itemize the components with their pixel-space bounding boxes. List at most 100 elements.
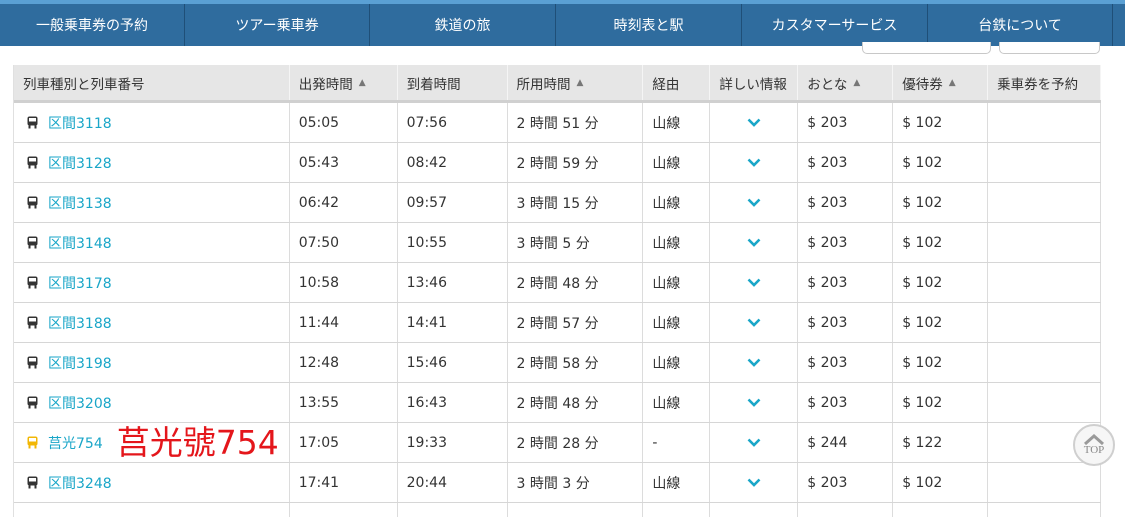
duration-cell: 2 時間 48 分 [508, 383, 644, 422]
train-link[interactable]: 区間3198 [48, 353, 112, 373]
train-link[interactable]: 区間3138 [48, 193, 112, 213]
discount-fare-cell: $ 102 [893, 303, 989, 342]
details-toggle[interactable] [710, 343, 799, 382]
depart-cell: 13:55 [290, 383, 398, 422]
train-cell: 区間3198 [14, 343, 290, 382]
table-row: 莒光754 莒光號754 17:05 19:33 2 時間 28 分 - $ 244 $ 12… [14, 423, 1101, 463]
train-icon [27, 196, 38, 209]
book-cell [988, 383, 1101, 422]
train-icon [27, 436, 38, 449]
header-via: 経由 [643, 65, 711, 100]
nav-item-3[interactable]: 時刻表と駅 [556, 4, 742, 46]
depart-cell: 07:50 [290, 223, 398, 262]
sort-up-icon[interactable]: ▲ [853, 78, 860, 88]
depart-cell: 17:41 [290, 463, 398, 502]
table-row: 区間3178 10:58 13:46 2 時間 48 分山線 $ 203 $ 102 [14, 263, 1101, 303]
details-toggle[interactable] [710, 383, 799, 422]
back-to-top-label: TOP [1083, 444, 1105, 456]
train-link[interactable]: 区間3178 [48, 273, 112, 293]
details-toggle[interactable] [710, 263, 799, 302]
table-row: 区間3138 06:42 09:57 3 時間 15 分山線 $ 203 $ 102 [14, 183, 1101, 223]
sort-button-partial[interactable] [999, 42, 1100, 54]
train-link[interactable]: 区間3128 [48, 153, 112, 173]
nav-item-0[interactable]: 一般乗車券の予約 [0, 4, 185, 46]
header-duration[interactable]: 所用時間 ▲ [508, 65, 644, 100]
nav-item-5[interactable]: 台鉄について [928, 4, 1113, 46]
train-link[interactable]: 区間3148 [48, 233, 112, 253]
duration-cell: 2 時間 57 分 [508, 303, 644, 342]
header-train: 列車種別と列車番号 [14, 65, 290, 100]
via-cell: 山線 [643, 263, 711, 302]
book-cell [988, 343, 1101, 382]
discount-fare-cell: $ 102 [893, 263, 989, 302]
table-row: 区間3118 05:05 07:56 2 時間 51 分山線 $ 203 $ 102 [14, 103, 1101, 143]
arrive-cell: 20:44 [398, 463, 508, 502]
table-row: 区間3188 11:44 14:41 2 時間 57 分山線 $ 203 $ 102 [14, 303, 1101, 343]
table-row: 区間3198 12:48 15:46 2 時間 58 分山線 $ 203 $ 102 [14, 343, 1101, 383]
depart-cell: 06:42 [290, 183, 398, 222]
details-toggle[interactable] [710, 143, 799, 182]
train-link[interactable]: 区間3208 [48, 393, 112, 413]
train-link[interactable]: 区間3188 [48, 313, 112, 333]
arrive-cell: 08:42 [398, 143, 508, 182]
details-toggle[interactable] [710, 223, 799, 262]
adult-fare-cell: $ 244 [798, 423, 894, 462]
train-icon [27, 476, 38, 489]
train-cell: 区間3178 [14, 263, 290, 302]
details-toggle[interactable] [710, 463, 799, 502]
adult-fare-cell: $ 203 [798, 183, 894, 222]
header-details: 詳しい情報 [710, 65, 799, 100]
depart-cell: 05:05 [290, 103, 398, 142]
table-header: 列車種別と列車番号 出発時間 ▲ 到着時間 所用時間 ▲ 経由 詳しい情報 おとな ▲… [14, 65, 1102, 103]
sort-up-icon[interactable]: ▲ [359, 78, 366, 88]
train-link[interactable]: 区間3248 [48, 473, 112, 493]
chevron-down-icon [747, 238, 761, 247]
nav-item-4[interactable]: カスタマーサービス [742, 4, 928, 46]
book-cell [988, 223, 1101, 262]
details-toggle[interactable] [710, 303, 799, 342]
duration-cell: 2 時間 58 分 [508, 343, 644, 382]
details-cell [710, 503, 799, 517]
back-to-top-button[interactable]: TOP [1073, 424, 1115, 466]
chevron-down-icon [747, 118, 761, 127]
adult-fare-cell: $ 203 [798, 223, 894, 262]
train-cell: 区間3188 [14, 303, 290, 342]
main-nav: 一般乗車券の予約 ツアー乗車券 鉄道の旅 時刻表と駅 カスタマーサービス 台鉄について [0, 0, 1125, 46]
filter-button-partial[interactable] [862, 42, 991, 54]
sort-up-icon[interactable]: ▲ [949, 78, 956, 88]
adult-fare-cell: $ 203 [798, 143, 894, 182]
duration-cell: 3 時間 5 分 [508, 223, 644, 262]
header-adult[interactable]: おとな ▲ [798, 65, 894, 100]
book-cell [988, 183, 1101, 222]
header-depart[interactable]: 出発時間 ▲ [290, 65, 398, 100]
sort-up-icon[interactable]: ▲ [577, 78, 584, 88]
depart-cell: 12:48 [290, 343, 398, 382]
train-link[interactable]: 区間3118 [48, 113, 112, 133]
header-book: 乗車券を予約 [988, 65, 1102, 100]
details-toggle[interactable] [710, 183, 799, 222]
header-duration-label: 所用時間 [516, 76, 571, 93]
header-arrive: 到着時間 [398, 65, 508, 100]
train-link[interactable]: 莒光754 [48, 433, 103, 453]
train-cell: 莒光754 莒光號754 [14, 423, 290, 462]
header-discount[interactable]: 優待券 ▲ [893, 65, 989, 100]
header-details-label: 詳しい情報 [719, 76, 787, 93]
details-toggle[interactable] [710, 103, 799, 142]
table-row: 区間3148 07:50 10:55 3 時間 5 分山線 $ 203 $ 102 [14, 223, 1101, 263]
nav-item-1[interactable]: ツアー乗車券 [185, 4, 370, 46]
adult-fare-cell: $ 203 [798, 383, 894, 422]
via-cell: 山線 [643, 223, 711, 262]
adult-fare-cell: $ 203 [798, 263, 894, 302]
header-arrive-label: 到着時間 [406, 76, 461, 93]
annotation-label: 莒光號754 [116, 423, 279, 462]
train-icon [27, 116, 38, 129]
nav-item-2[interactable]: 鉄道の旅 [370, 4, 556, 46]
details-toggle[interactable] [710, 423, 799, 462]
train-icon [27, 356, 38, 369]
adult-fare-cell: $ 203 [798, 103, 894, 142]
train-icon [27, 396, 38, 409]
arrive-cell: 07:56 [398, 103, 508, 142]
table-row: 区間3208 13:55 16:43 2 時間 48 分山線 $ 203 $ 102 [14, 383, 1101, 423]
via-cell: 山線 [643, 143, 711, 182]
header-via-label: 経由 [652, 76, 680, 93]
